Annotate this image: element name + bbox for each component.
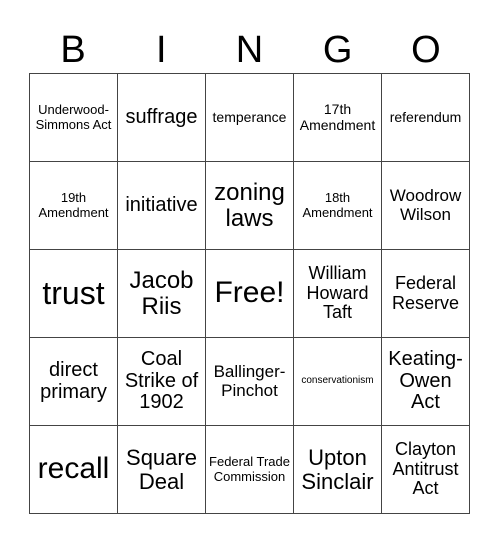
bingo-cell[interactable]: zoning laws bbox=[205, 161, 294, 250]
bingo-cell[interactable]: William Howard Taft bbox=[293, 249, 382, 338]
bingo-cell[interactable]: suffrage bbox=[117, 73, 206, 162]
bingo-header: B I N G O bbox=[29, 28, 470, 72]
bingo-cell[interactable]: 17th Amendment bbox=[293, 73, 382, 162]
bingo-cell[interactable]: Federal Reserve bbox=[381, 249, 470, 338]
bingo-cell[interactable]: temperance bbox=[205, 73, 294, 162]
bingo-row: trust Jacob Riis Free! William Howard Ta… bbox=[29, 249, 470, 338]
bingo-cell[interactable]: Clayton Antitrust Act bbox=[381, 425, 470, 514]
bingo-cell[interactable]: Woodrow Wilson bbox=[381, 161, 470, 250]
bingo-cell[interactable]: Underwood-Simmons Act bbox=[29, 73, 118, 162]
bingo-cell[interactable]: initiative bbox=[117, 161, 206, 250]
bingo-cell[interactable]: Federal Trade Commission bbox=[205, 425, 294, 514]
bingo-cell[interactable]: recall bbox=[29, 425, 118, 514]
header-letter-b: B bbox=[60, 29, 86, 71]
bingo-row: direct primary Coal Strike of 1902 Balli… bbox=[29, 337, 470, 426]
bingo-cell[interactable]: trust bbox=[29, 249, 118, 338]
bingo-row: recall Square Deal Federal Trade Commiss… bbox=[29, 425, 470, 514]
bingo-cell[interactable]: 18th Amendment bbox=[293, 161, 382, 250]
bingo-cell[interactable]: Coal Strike of 1902 bbox=[117, 337, 206, 426]
bingo-cell[interactable]: Keating-Owen Act bbox=[381, 337, 470, 426]
header-letter-g: G bbox=[322, 29, 353, 71]
bingo-cell[interactable]: referendum bbox=[381, 73, 470, 162]
header-letter-o: O bbox=[411, 29, 441, 71]
header-letter-i: I bbox=[156, 29, 167, 71]
bingo-row: 19th Amendment initiative zoning laws 18… bbox=[29, 161, 470, 250]
free-space-cell[interactable]: Free! bbox=[205, 249, 294, 338]
bingo-card: Underwood-Simmons Act suffrage temperanc… bbox=[29, 73, 470, 514]
bingo-cell[interactable]: Upton Sinclair bbox=[293, 425, 382, 514]
bingo-cell[interactable]: Jacob Riis bbox=[117, 249, 206, 338]
bingo-cell[interactable]: conservationism bbox=[293, 337, 382, 426]
header-letter-n: N bbox=[235, 29, 264, 71]
bingo-cell[interactable]: direct primary bbox=[29, 337, 118, 426]
bingo-cell[interactable]: Square Deal bbox=[117, 425, 206, 514]
bingo-cell[interactable]: Ballinger-Pinchot bbox=[205, 337, 294, 426]
bingo-cell[interactable]: 19th Amendment bbox=[29, 161, 118, 250]
bingo-row: Underwood-Simmons Act suffrage temperanc… bbox=[29, 73, 470, 162]
